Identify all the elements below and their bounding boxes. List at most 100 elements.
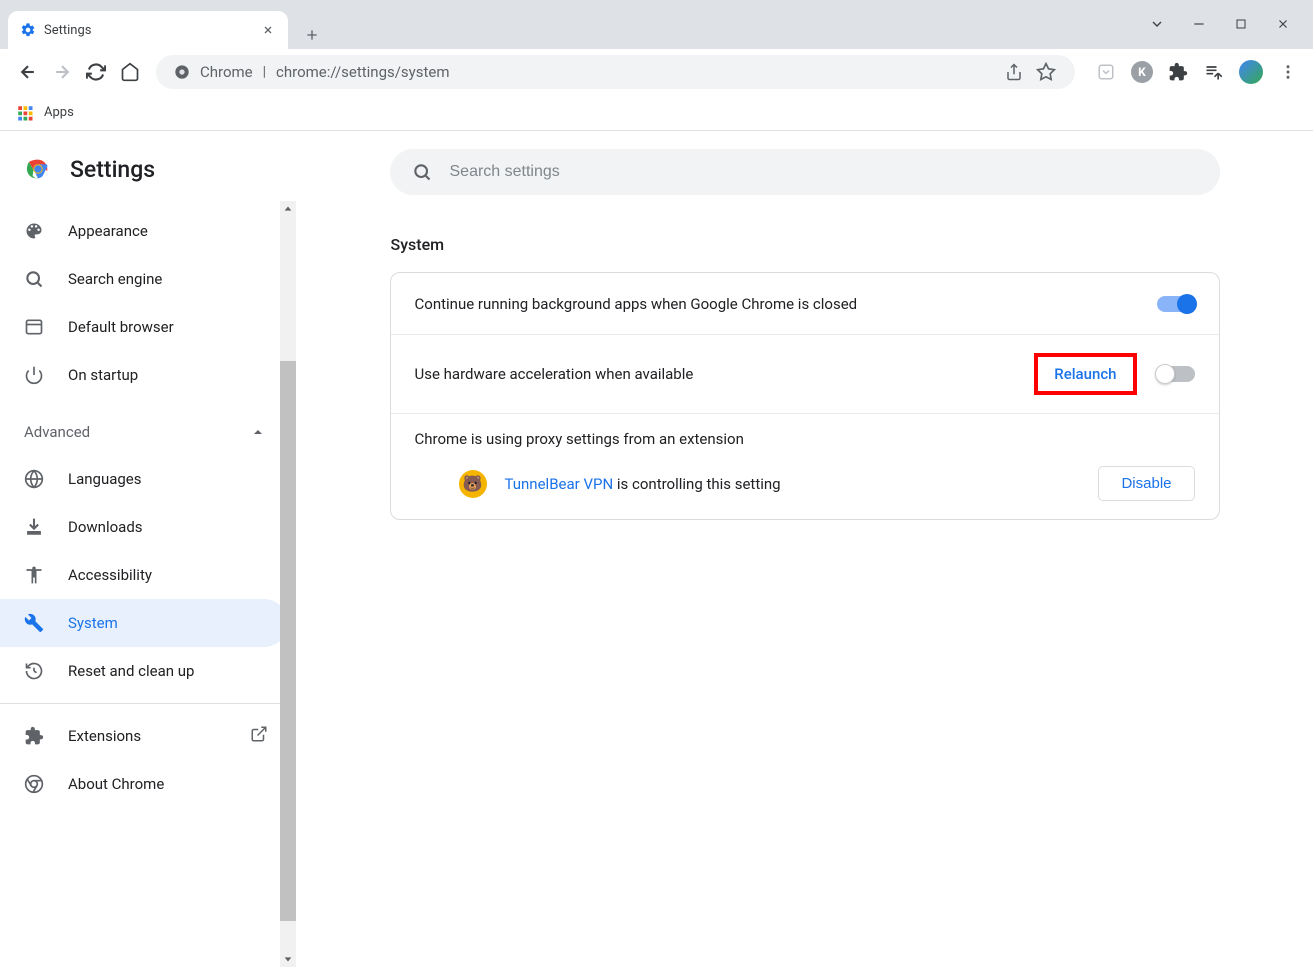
- menu-icon[interactable]: [1277, 61, 1299, 83]
- address-origin: Chrome: [200, 63, 253, 81]
- sidebar-item-languages[interactable]: Languages: [0, 455, 288, 503]
- section-title: System: [391, 235, 1221, 254]
- nav-label: About Chrome: [68, 775, 164, 793]
- nav-label: Languages: [68, 470, 142, 488]
- accessibility-icon: [24, 565, 44, 585]
- nav-label: Downloads: [68, 518, 143, 536]
- sidebar-item-appearance[interactable]: Appearance: [0, 207, 288, 255]
- system-card: Continue running background apps when Go…: [390, 272, 1220, 520]
- nav-label: Extensions: [68, 727, 141, 745]
- chrome-logo-icon: [24, 155, 52, 183]
- disable-button[interactable]: Disable: [1098, 466, 1194, 501]
- sidebar-item-about-chrome[interactable]: About Chrome: [0, 760, 288, 808]
- sidebar-item-reset[interactable]: Reset and clean up: [0, 647, 288, 695]
- globe-icon: [24, 469, 44, 489]
- bookmarks-bar: Apps: [0, 95, 1313, 131]
- sidebar-item-default-browser[interactable]: Default browser: [0, 303, 288, 351]
- sidebar-item-system[interactable]: System: [0, 599, 288, 647]
- close-icon[interactable]: [260, 22, 276, 38]
- row-background-apps: Continue running background apps when Go…: [391, 273, 1219, 335]
- sidebar-item-accessibility[interactable]: Accessibility: [0, 551, 288, 599]
- extension-icon: [24, 726, 44, 746]
- advanced-section-toggle[interactable]: Advanced: [0, 409, 288, 455]
- sidebar-scrollbar[interactable]: [280, 201, 296, 967]
- nav-label: Accessibility: [68, 566, 152, 584]
- sidebar-header: Settings: [0, 149, 296, 203]
- address-bar[interactable]: Chrome | chrome://settings/system: [156, 55, 1075, 89]
- search-icon: [24, 269, 44, 289]
- scroll-down-arrow[interactable]: [280, 951, 296, 967]
- home-button[interactable]: [116, 58, 144, 86]
- minimize-button[interactable]: [1189, 14, 1209, 34]
- sidebar-item-search-engine[interactable]: Search engine: [0, 255, 288, 303]
- download-icon: [24, 517, 44, 537]
- row-label: Use hardware acceleration when available: [415, 365, 1035, 383]
- tab-title: Settings: [44, 23, 252, 38]
- reading-list-icon[interactable]: [1203, 61, 1225, 83]
- scroll-up-arrow[interactable]: [280, 201, 296, 217]
- search-settings-wrap[interactable]: [390, 149, 1220, 195]
- browser-chrome: Settings Chrome | chrome://settings/syst…: [0, 0, 1313, 131]
- toolbar: Chrome | chrome://settings/system K: [0, 49, 1313, 95]
- tab-settings[interactable]: Settings: [8, 11, 288, 49]
- relaunch-button[interactable]: Relaunch: [1034, 353, 1136, 395]
- tab-strip: Settings: [0, 0, 1313, 49]
- reload-button[interactable]: [82, 58, 110, 86]
- nav-label: Default browser: [68, 318, 174, 336]
- share-icon[interactable]: [1003, 61, 1025, 83]
- sidebar: Settings Appearance Search engine Defaul…: [0, 131, 296, 967]
- power-icon: [24, 365, 44, 385]
- sidebar-item-downloads[interactable]: Downloads: [0, 503, 288, 551]
- search-icon: [412, 162, 432, 182]
- tunnelbear-icon: 🐻: [459, 470, 487, 498]
- sidebar-item-on-startup[interactable]: On startup: [0, 351, 288, 399]
- background-apps-toggle[interactable]: [1157, 296, 1195, 312]
- address-separator: |: [263, 64, 266, 80]
- apps-grid-icon[interactable]: [16, 104, 34, 122]
- extensions-icon[interactable]: [1167, 61, 1189, 83]
- forward-button[interactable]: [48, 58, 76, 86]
- search-input[interactable]: [450, 163, 1198, 181]
- chevron-up-icon: [252, 426, 264, 438]
- external-link-icon: [250, 725, 268, 747]
- palette-icon: [24, 221, 44, 241]
- maximize-button[interactable]: [1231, 14, 1251, 34]
- extension-desc: is controlling this setting: [613, 475, 780, 493]
- site-info-icon: [174, 64, 190, 80]
- toolbar-right: K: [1087, 60, 1299, 84]
- gear-icon: [20, 22, 36, 38]
- nav-label: System: [68, 614, 118, 632]
- chrome-icon: [24, 774, 44, 794]
- proxy-header: Chrome is using proxy settings from an e…: [415, 430, 1195, 448]
- close-window-button[interactable]: [1273, 14, 1293, 34]
- extension-name[interactable]: TunnelBear VPN: [505, 475, 614, 493]
- nav-label: Search engine: [68, 270, 162, 288]
- wrench-icon: [24, 613, 44, 633]
- scrollbar-thumb[interactable]: [280, 361, 296, 921]
- advanced-label: Advanced: [24, 423, 90, 441]
- hardware-accel-toggle[interactable]: [1157, 366, 1195, 382]
- chevron-down-icon[interactable]: [1147, 14, 1167, 34]
- back-button[interactable]: [14, 58, 42, 86]
- profile-avatar[interactable]: [1239, 60, 1263, 84]
- nav-divider: [0, 703, 288, 704]
- bookmark-star-icon[interactable]: [1035, 61, 1057, 83]
- nav-label: Reset and clean up: [68, 662, 194, 680]
- browser-icon: [24, 317, 44, 337]
- apps-bookmark[interactable]: Apps: [44, 105, 74, 120]
- proxy-body: 🐻 TunnelBear VPN is controlling this set…: [415, 466, 1195, 501]
- sidebar-item-extensions[interactable]: Extensions: [0, 712, 288, 760]
- settings-page: Settings Appearance Search engine Defaul…: [0, 131, 1313, 967]
- row-proxy: Chrome is using proxy settings from an e…: [391, 414, 1219, 519]
- restore-icon: [24, 661, 44, 681]
- row-label: Continue running background apps when Go…: [415, 295, 1157, 313]
- settings-title: Settings: [70, 156, 155, 183]
- nav-label: Appearance: [68, 222, 148, 240]
- address-path: chrome://settings/system: [276, 63, 449, 81]
- pocket-icon[interactable]: [1095, 61, 1117, 83]
- sidebar-nav: Appearance Search engine Default browser…: [0, 203, 296, 808]
- nav-label: On startup: [68, 366, 138, 384]
- k-extension-icon[interactable]: K: [1131, 61, 1153, 83]
- new-tab-button[interactable]: [298, 21, 326, 49]
- main-content: System Continue running background apps …: [296, 131, 1313, 967]
